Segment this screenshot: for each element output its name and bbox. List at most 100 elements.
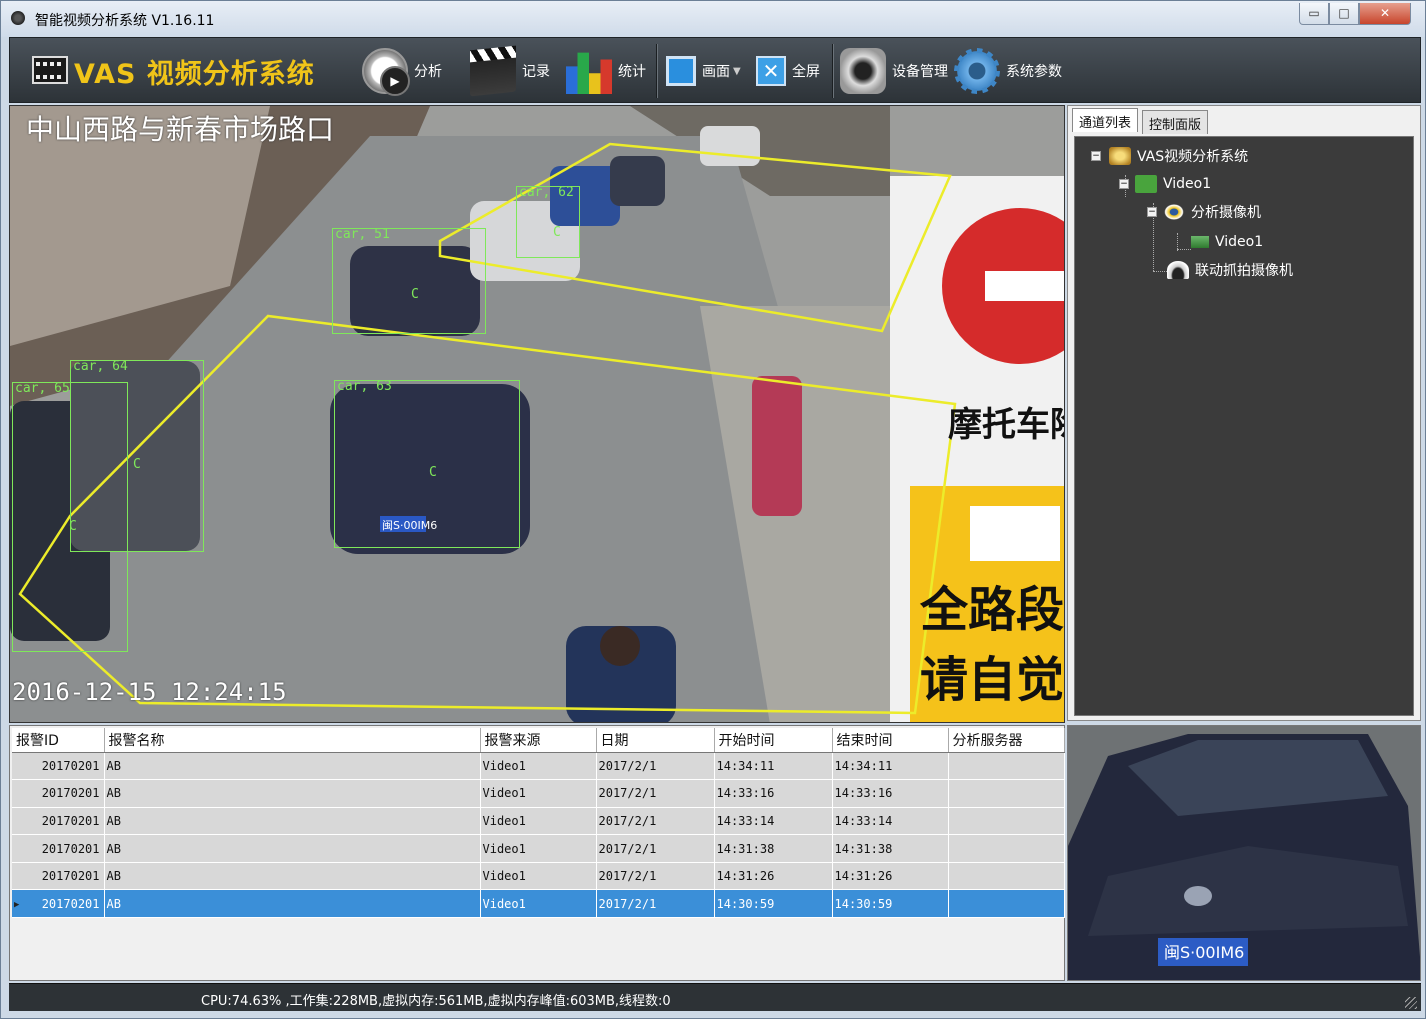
detection-box: car, 63 C [334,379,520,548]
detection-label: car, 65 [15,381,70,396]
tree-node-analysis-video[interactable]: Video1 [1191,231,1263,253]
tree-node-label: 分析摄像机 [1191,205,1261,221]
record-label: 记录 [522,64,550,80]
tree-node-label: VAS视频分析系统 [1137,149,1249,165]
table-cell-end: 14:34:11 [832,752,949,781]
stats-button[interactable]: 统计 [566,46,646,96]
column-header[interactable]: 报警ID [12,728,105,753]
table-row[interactable]: 20170201 AB Video1 2017/2/1 14:33:14 14:33:14 [12,807,1065,836]
maximize-button[interactable]: □ [1329,3,1359,25]
table-cell-name: AB [104,889,481,919]
video-caption: 中山西路与新春市场路口 [26,113,335,146]
detection-label: car, 62 [519,185,574,200]
detection-box: car, 51 C [332,227,486,334]
table-cell-id: 20170201 [12,752,105,781]
video-view[interactable]: 摩托车除 全路段监 请自觉遵 闽S·00IM6 中山西路与新春市场路口 2016… [9,105,1065,723]
minimize-button[interactable]: ▭ [1299,3,1329,25]
table-cell-name: AB [104,779,481,808]
table-cell-name: AB [104,834,481,863]
bar-chart-icon [566,52,612,94]
snapshot-plate-text: 闽S·00IM6 [1164,943,1244,962]
table-row[interactable]: 20170201 AB Video1 2017/2/1 14:33:16 14:33:16 [12,779,1065,808]
column-header[interactable]: 报警来源 [480,728,597,753]
close-button[interactable]: ✕ [1359,3,1411,25]
camera-device-icon [840,48,886,94]
tree-node-linked-camera[interactable]: 联动抓拍摄像机 [1167,259,1293,281]
app-name: VAS 视频分析系统 [74,59,315,90]
device-management-button[interactable]: 设备管理 [840,46,948,96]
tree-node-analysis-camera[interactable]: 分析摄像机 [1163,201,1261,223]
table-row[interactable]: 20170201 AB Video1 2017/2/1 14:31:38 14:31:38 [12,834,1065,863]
detection-label: car, 64 [73,359,128,374]
row-pointer-icon: ▶ [14,899,20,910]
table-cell-date: 2017/2/1 [596,807,715,836]
column-header[interactable]: 开始时间 [714,728,833,753]
collapse-toggle[interactable]: − [1147,207,1157,217]
table-row[interactable]: 20170201 AB Video1 2017/2/1 14:34:11 14:34:11 [12,752,1065,781]
table-cell-server [948,862,1065,891]
sign-text-3: 请自觉遵 [920,652,1065,708]
table-cell-source: Video1 [480,889,597,919]
clapperboard-icon [470,45,516,97]
table-cell-date: 2017/2/1 [596,779,715,808]
table-cell-end: 14:33:14 [832,807,949,836]
channel-panel: 通道列表 控制面版 − VAS视频分析系统 − Video1 − 分析摄像机 V… [1067,105,1421,721]
detection-label: car, 51 [335,227,390,242]
table-cell-end: 14:31:26 [832,862,949,891]
table-cell-start: 14:33:16 [714,779,833,808]
record-button[interactable]: 记录 [470,45,550,97]
fullscreen-button[interactable]: 全屏 [756,46,820,96]
collapse-toggle[interactable]: − [1091,151,1101,161]
status-bar: CPU:74.63% ,工作集:228MB,虚拟内存:561MB,虚拟内存峰值:… [9,983,1421,1011]
snapshot-view[interactable]: 闽S·00IM6 [1067,725,1421,981]
table-header-row: 报警ID 报警名称 报警来源 日期 开始时间 结束时间 分析服务器 [12,728,1065,753]
detection-box: car, 65 C [12,381,128,652]
sign-text-1: 摩托车除 [948,405,1065,445]
screen-layout-label: 画面 [702,64,730,80]
tree-node-root[interactable]: VAS视频分析系统 [1109,145,1248,167]
collapse-toggle[interactable]: − [1119,179,1129,189]
gear-icon [954,48,1000,94]
column-header[interactable]: 报警名称 [104,728,481,753]
alarm-table-panel: 报警ID 报警名称 报警来源 日期 开始时间 结束时间 分析服务器 201702… [9,725,1065,981]
column-header[interactable]: 结束时间 [832,728,949,753]
system-settings-button[interactable]: 系统参数 [954,46,1062,96]
tree-node-label: Video1 [1215,234,1264,250]
screen-layout-button[interactable]: 画面 ▼ [666,46,741,96]
dome-camera-icon [1167,261,1189,279]
table-cell-id: 20170201 [12,807,105,836]
title-bar[interactable]: 智能视频分析系统 V1.16.11 ▭ □ ✕ [1,1,1425,37]
eye-icon [1163,203,1185,221]
resize-grip-icon[interactable] [1405,997,1417,1009]
table-cell-start: 14:34:11 [714,752,833,781]
table-row[interactable]: ▶ 20170201 AB Video1 2017/2/1 14:30:59 14:30:5… [12,889,1065,919]
status-text: CPU:74.63% ,工作集:228MB,虚拟内存:561MB,虚拟内存峰值:… [201,994,671,1009]
film-strip-icon [32,56,68,84]
server-icon [1109,147,1131,165]
detection-class: C [411,287,419,302]
video-timestamp: 2016-12-15 12:24:15 [12,678,287,706]
tree-node-video[interactable]: Video1 [1135,173,1211,195]
window-title: 智能视频分析系统 V1.16.11 [35,13,215,29]
table-cell-id: 20170201 [12,862,105,891]
main-toolbar: VAS 视频分析系统 分析 记录 统计 画面 ▼ 全屏 设备管理 [9,37,1421,103]
tab-channel-list[interactable]: 通道列表 [1072,108,1139,132]
column-header[interactable]: 日期 [596,728,715,753]
column-header[interactable]: 分析服务器 [948,728,1065,753]
table-row[interactable]: 20170201 AB Video1 2017/2/1 14:31:26 14:31:26 [12,862,1065,891]
table-cell-date: 2017/2/1 [596,889,715,919]
detection-label: car, 63 [337,379,392,394]
table-cell-name: AB [104,807,481,836]
table-cell-server [948,834,1065,863]
chevron-down-icon[interactable]: ▼ [733,66,741,77]
table-cell-source: Video1 [480,862,597,891]
fullscreen-label: 全屏 [792,64,820,80]
analyze-button[interactable]: 分析 [362,46,442,96]
analyze-icon [362,48,410,96]
table-cell-source: Video1 [480,834,597,863]
table-cell-source: Video1 [480,779,597,808]
table-cell-date: 2017/2/1 [596,752,715,781]
tab-control-panel[interactable]: 控制面版 [1142,110,1209,134]
table-cell-start: 14:31:26 [714,862,833,891]
table-cell-start: 14:30:59 [714,889,833,919]
